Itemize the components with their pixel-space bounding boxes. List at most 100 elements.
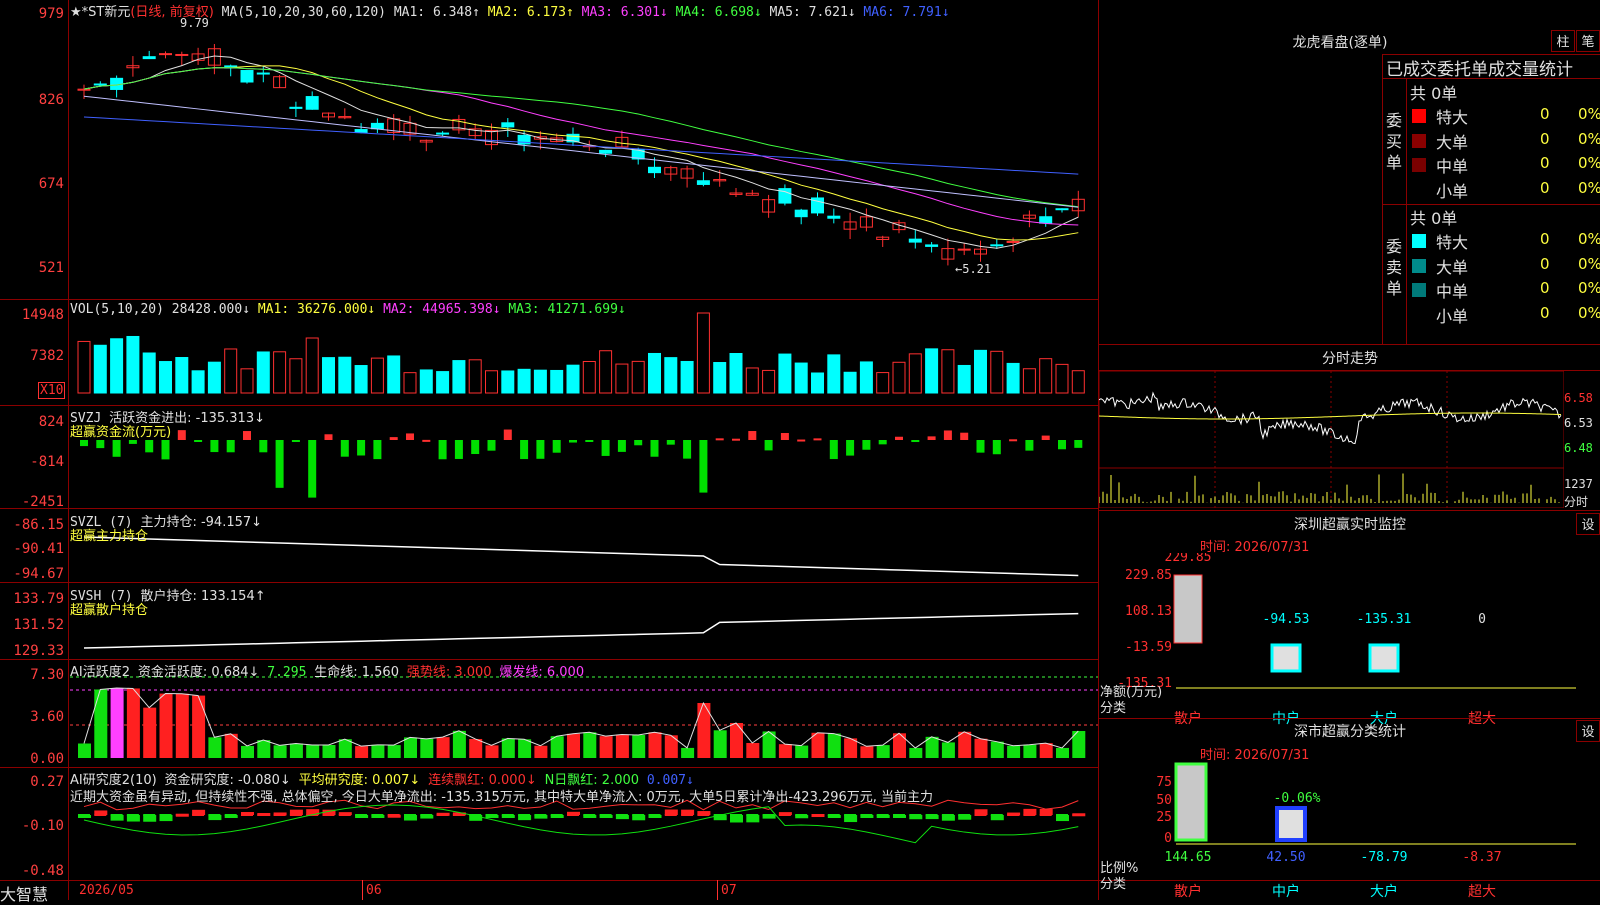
flow-bar — [666, 440, 675, 445]
flow-bar — [520, 440, 529, 460]
flow-bar — [732, 438, 740, 441]
sz-class-settings-button[interactable]: 设 — [1576, 720, 1600, 742]
tick-view-button[interactable]: 笔 — [1576, 30, 1600, 52]
flow-bar — [911, 440, 920, 443]
buy-row-pct: 0% — [1578, 105, 1600, 123]
price-candle — [93, 83, 107, 86]
ai1-activity: 资金活跃度: 0.684↓ — [137, 665, 260, 680]
sz-class-chart[interactable]: 75 50 25 0 -0.06% 144.65 散户 42.50 中户 -78.79 大户 -8.3… — [1098, 762, 1600, 900]
stock-name[interactable]: ★*ST新元 — [70, 5, 130, 20]
flow-bar — [340, 440, 349, 457]
volume-bar — [533, 369, 547, 394]
intraday-chart[interactable] — [1099, 371, 1564, 508]
volume-bar — [370, 357, 384, 394]
ma3-line — [83, 67, 1079, 226]
activity-bar — [387, 745, 401, 758]
activity-bar — [827, 733, 841, 758]
volume-bar — [990, 350, 1004, 394]
sell-row-label: 特大 — [1436, 233, 1469, 252]
flow-bar — [291, 440, 300, 442]
sz-monitor-chart[interactable]: 229.85108.13-13.59-135.31229.85散户-94.53中… — [1098, 553, 1600, 728]
flow-bar — [422, 439, 431, 442]
price-axis-label: 979 — [38, 6, 64, 22]
price-candle — [159, 53, 172, 56]
price-candle — [289, 106, 303, 109]
flow-bar — [487, 440, 496, 451]
sz-bar-value: -94.53 — [1263, 612, 1310, 627]
bar-view-button[interactable]: 柱 — [1551, 30, 1575, 52]
volume-bar — [256, 351, 270, 394]
flow-bar — [128, 440, 137, 444]
flow-bar — [585, 440, 594, 442]
flow-bar — [617, 440, 626, 452]
buy-total: 共 0单 — [1410, 84, 1458, 103]
buy-row-pct: 0% — [1578, 129, 1600, 148]
sz-settings-button[interactable]: 设 — [1576, 513, 1600, 535]
vol-axis-label: 14948 — [21, 307, 64, 323]
flow-bar — [927, 436, 936, 440]
price-candle — [990, 244, 1004, 247]
activity-bar — [1039, 743, 1053, 758]
ai1-line: AI活跃度2 资金活跃度: 0.684↓ 7.295 生命线: 1.560 强势… — [70, 661, 584, 680]
low-marker: ←5.21 — [955, 262, 992, 276]
svsh-axis-label: 129.33 — [13, 643, 64, 659]
volume-bar — [1071, 370, 1085, 394]
flow-bar — [943, 430, 952, 440]
trade-stats-tab[interactable]: 已成交委托单成交量统计 — [1386, 55, 1600, 80]
flow-bar — [1009, 439, 1018, 442]
flow-bar — [634, 440, 643, 446]
activity-bar — [567, 733, 580, 758]
volume-bar — [648, 352, 661, 394]
volume-bar — [403, 372, 417, 394]
intraday-axis-label: 6.53 — [1564, 416, 1593, 430]
activity-bar — [404, 737, 417, 758]
activity-bar — [795, 745, 809, 758]
ai2-axis-label: -0.48 — [21, 863, 64, 879]
sell-row-label: 小单 — [1436, 306, 1469, 326]
chart-area[interactable] — [0, 0, 1098, 900]
activity-bar — [289, 743, 303, 758]
sz-bar — [1368, 643, 1400, 673]
price-candle — [599, 149, 613, 154]
sell-row-pct: 0% — [1578, 254, 1600, 273]
volume-bar — [322, 357, 335, 394]
divider — [1098, 344, 1600, 345]
flow-bar — [715, 438, 724, 441]
sz-category: 超大 — [1468, 711, 1496, 727]
activity-bar — [941, 742, 955, 758]
buy-row-pct: 0% — [1578, 154, 1600, 172]
volume-bar — [908, 353, 922, 394]
main-holding-line — [83, 536, 1079, 577]
activity-bar — [371, 744, 385, 758]
activity-bar — [713, 730, 727, 758]
vol-ma3: MA3: 41271.699↓ — [508, 302, 626, 317]
price-axis-label: 674 — [38, 176, 64, 192]
volume-bar — [566, 364, 580, 394]
buy-row-value: 0 — [1540, 154, 1550, 172]
class-bar — [1174, 762, 1208, 842]
volume-bar — [713, 362, 727, 394]
svsh-axis-label: 131.52 — [13, 617, 64, 633]
buy-row-label: 中单 — [1436, 157, 1469, 176]
flow-bar — [373, 440, 382, 460]
volume-bar — [468, 359, 482, 394]
volume-bar — [1055, 363, 1069, 394]
activity-bar — [175, 693, 189, 758]
activity-bar — [550, 736, 564, 758]
class-axis-label: 75 — [1156, 775, 1172, 790]
flow-bar — [406, 433, 414, 440]
price-candle — [696, 180, 710, 185]
activity-bar — [958, 731, 972, 758]
flow-bar — [357, 440, 366, 456]
sell-row-label: 大单 — [1436, 257, 1469, 277]
activity-bar — [632, 735, 646, 758]
volume-bar — [159, 361, 172, 394]
activity-bar — [876, 745, 890, 758]
flow-bar — [1025, 440, 1034, 451]
class-axis-label: 25 — [1156, 810, 1172, 825]
flow-bar — [438, 440, 447, 460]
volume-bar — [794, 362, 808, 394]
ma5-line — [83, 95, 1079, 208]
flow-bar — [1074, 440, 1083, 448]
activity-bar — [501, 738, 515, 758]
